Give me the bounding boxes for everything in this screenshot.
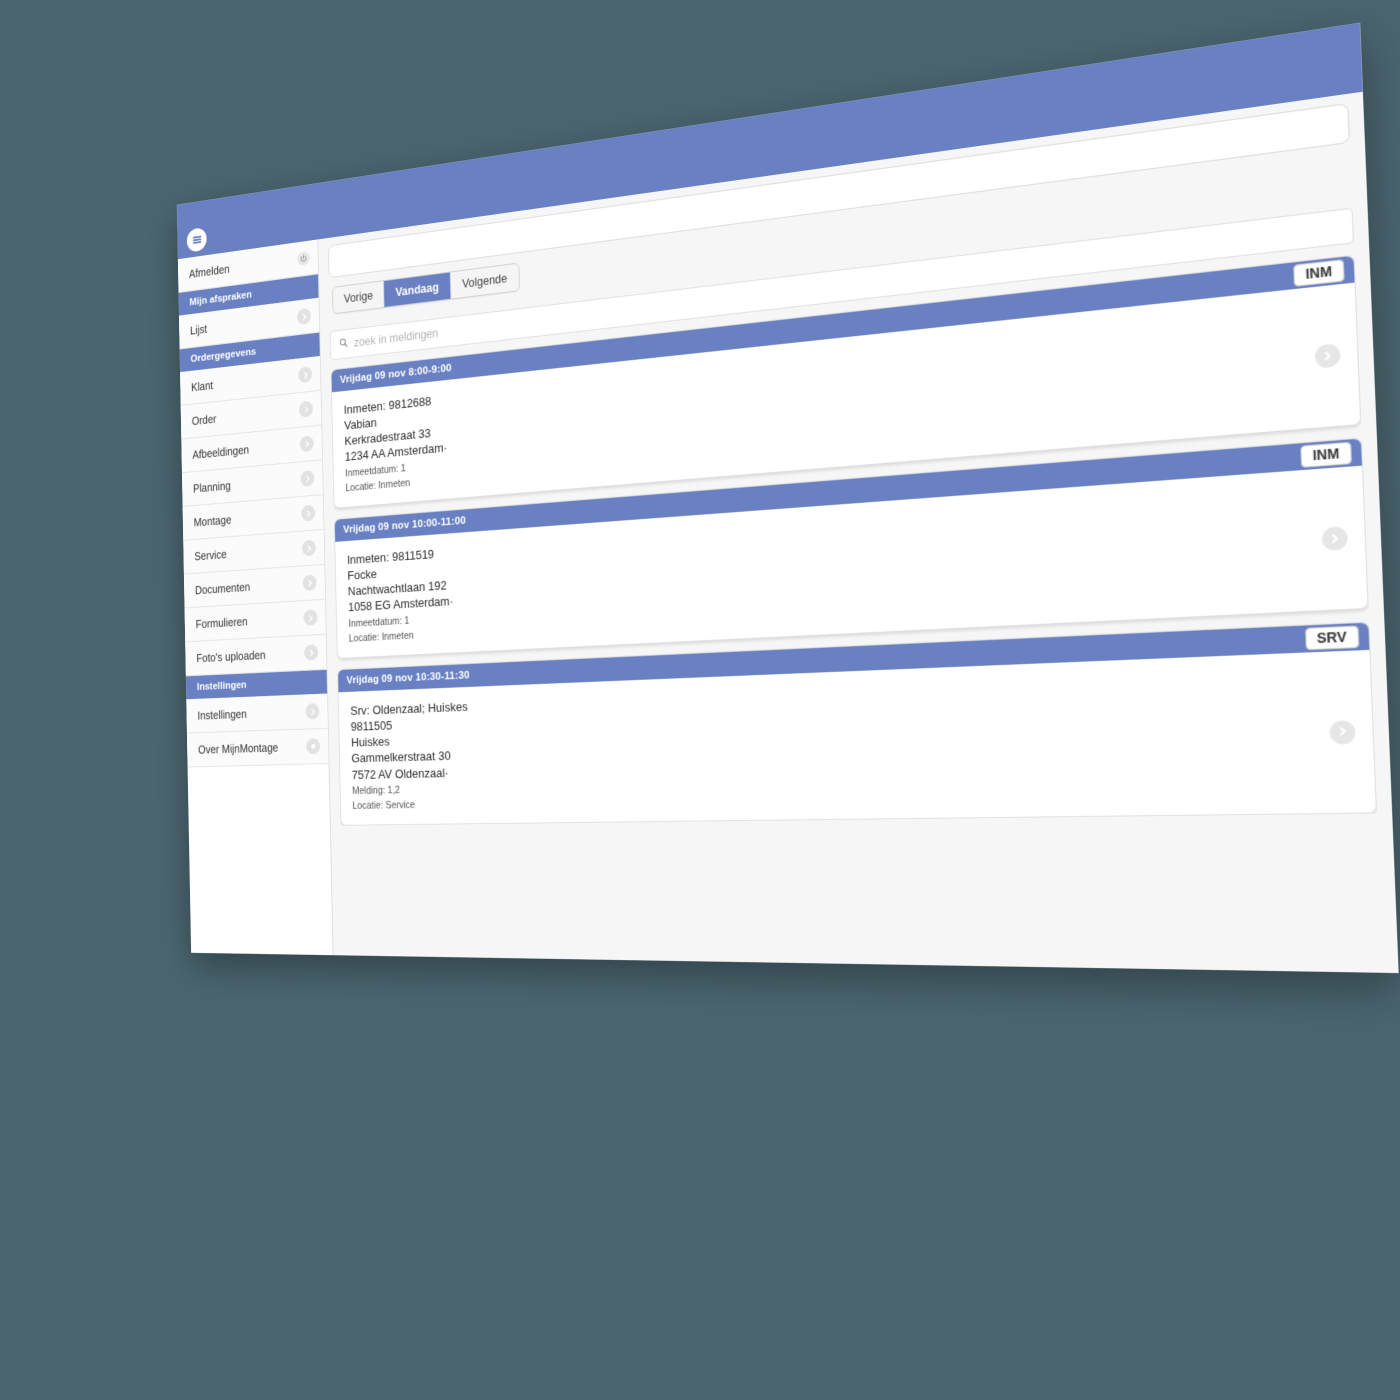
chevron-right-icon: [305, 703, 319, 719]
content-empty-space: [331, 814, 1399, 973]
sidebar-item-label: Afmelden: [189, 253, 298, 280]
hamburger-menu-button[interactable]: [187, 227, 207, 253]
power-icon: [297, 251, 309, 266]
tab-vorige[interactable]: Vorige: [333, 281, 385, 313]
chevron-right-icon: [303, 609, 317, 625]
chevron-right-icon: [297, 308, 311, 325]
sidebar-section-label: Mijn afspraken: [189, 289, 252, 308]
appointment-card[interactable]: Vrijdag 09 nov 10:30-11:30 SRV Srv: Olde…: [337, 621, 1377, 825]
chevron-right-icon: [1337, 722, 1349, 743]
appointment-open-button[interactable]: [1314, 343, 1340, 369]
tab-vandaag[interactable]: Vandaag: [384, 272, 451, 306]
sidebar-item-over-mijnmontage[interactable]: Over MijnMontage: [187, 729, 329, 768]
sidebar-item-label: Klant: [191, 369, 299, 394]
chevron-right-icon: [1322, 345, 1334, 366]
appointment-open-button[interactable]: [1322, 526, 1348, 551]
hamburger-icon: [192, 235, 201, 245]
sidebar-section-label: Instellingen: [197, 680, 247, 693]
sidebar-item-label: Service: [194, 542, 302, 563]
chevron-right-icon: [1329, 528, 1341, 549]
sidebar-item-label: Order: [192, 404, 300, 428]
status-badge: SRV: [1304, 625, 1359, 650]
sidebar-item-label: Lijst: [190, 311, 297, 337]
perspective-stage: Afmelden Mijn afspraken Lijst Ordergegev…: [0, 0, 1400, 1400]
appointment-open-button[interactable]: [1329, 720, 1356, 744]
sidebar-item-label: Instellingen: [197, 705, 305, 722]
sidebar-section-label: Ordergegevens: [190, 346, 256, 364]
status-badge: INM: [1300, 442, 1352, 468]
sidebar-empty-space: [188, 764, 333, 955]
status-badge: INM: [1293, 259, 1345, 287]
chevron-right-icon: [303, 575, 317, 591]
chevron-right-icon: [299, 401, 313, 418]
sidebar-item-label: Documenten: [195, 577, 303, 597]
sidebar-item-label: Montage: [194, 507, 302, 528]
chevron-right-icon: [300, 435, 314, 452]
sidebar-item-label: Foto's uploaden: [196, 646, 304, 664]
chevron-right-icon: [302, 540, 316, 557]
sidebar-item-label: Formulieren: [196, 612, 304, 631]
chevron-right-icon: [300, 470, 314, 487]
sidebar-item-label: Afbeeldingen: [192, 438, 300, 461]
chevron-right-icon: [301, 505, 315, 522]
appointment-time: Vrijdag 09 nov 10:30-11:30: [346, 670, 469, 687]
sidebar-item-fotos-uploaden[interactable]: Foto's uploaden: [185, 635, 326, 677]
sidebar-item-instellingen[interactable]: Instellingen: [186, 694, 327, 734]
app-window: Afmelden Mijn afspraken Lijst Ordergegev…: [177, 23, 1399, 973]
sidebar: Afmelden Mijn afspraken Lijst Ordergegev…: [178, 240, 334, 956]
info-icon: [306, 738, 320, 754]
tab-volgende[interactable]: Volgende: [450, 264, 519, 299]
search-icon: [339, 335, 348, 353]
chevron-right-icon: [304, 644, 318, 660]
search-placeholder: zoek in meldingen: [354, 327, 439, 350]
main-content: Vorige Vandaag Volgende zoek in meldinge…: [318, 92, 1399, 973]
sidebar-item-label: Planning: [193, 473, 301, 495]
chevron-right-icon: [298, 366, 312, 383]
sidebar-item-label: Over MijnMontage: [198, 740, 306, 756]
